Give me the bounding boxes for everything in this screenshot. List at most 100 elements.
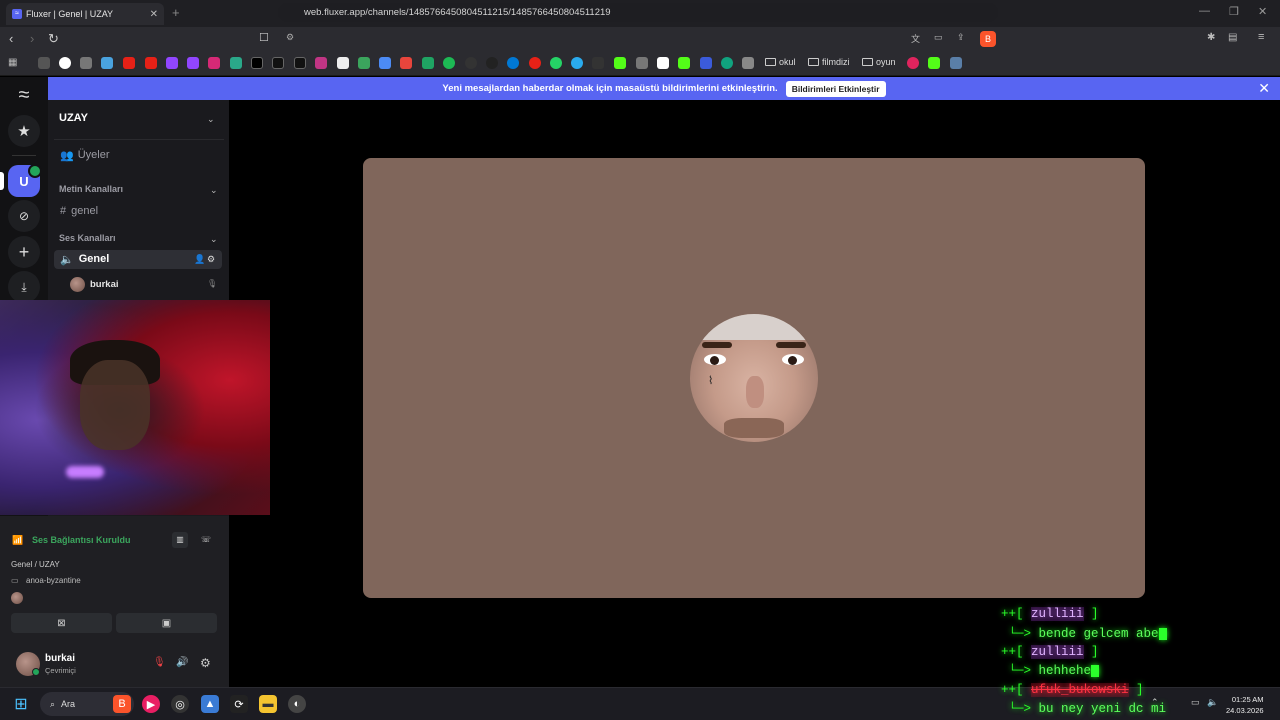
youtube-bookmark-icon[interactable] [145,57,157,69]
avatar[interactable] [11,592,23,604]
bookmark-icon[interactable] [529,57,541,69]
apps-icon[interactable]: ▦ [8,57,17,68]
bookmark-icon[interactable] [465,57,477,69]
chevron-down-icon[interactable]: ⌄ [207,114,215,125]
close-window-icon[interactable]: ✕ [1258,5,1267,18]
media-player-taskbar-icon[interactable]: ▶ [142,695,160,713]
drive-bookmark-icon[interactable] [422,57,434,69]
chevron-down-icon[interactable]: ⌄ [210,185,218,196]
sidebar-item-members[interactable]: 👥 Üyeler [60,149,110,162]
bookmark-icon[interactable] [337,57,349,69]
spotify-bookmark-icon[interactable] [443,57,455,69]
deafen-headphone-icon[interactable]: 🔊 [176,657,188,668]
brave-taskbar-icon[interactable]: B [113,695,131,713]
file-explorer-taskbar-icon[interactable]: ▬ [259,695,277,713]
taskbar-clock[interactable]: 01:25 AM 24.03.2026 [1226,694,1264,716]
voice-member-name[interactable]: burkai [90,279,119,290]
mute-mic-icon[interactable]: 🎙 [153,657,166,668]
category-text-channels[interactable]: Metin Kanalları [59,184,123,194]
bookmark-icon[interactable] [928,57,940,69]
noise-suppression-icon[interactable]: ▥ [172,532,188,548]
maximize-icon[interactable]: ❐ [1229,5,1239,18]
back-icon[interactable]: ‹ [9,31,13,46]
category-voice-channels[interactable]: Ses Kanalları [59,233,116,243]
explore-compass-icon[interactable]: ⊘ [8,200,40,232]
participant-video-avatar[interactable]: ⌇ [690,314,818,442]
close-tab-icon[interactable]: ✕ [150,9,158,20]
volume-icon[interactable]: 🔈 [1207,697,1218,708]
server-name[interactable]: UZAY [59,112,88,124]
cast-icon[interactable]: ▭ [934,32,943,43]
kick-bookmark-icon[interactable] [614,57,626,69]
x-bookmark-icon[interactable] [251,57,263,69]
tiktok-bookmark-icon[interactable] [272,57,284,69]
user-settings-gear-icon[interactable]: ⚙ [200,656,211,670]
sidebar-toggle-icon[interactable]: ▤ [1228,32,1237,43]
camera-off-button[interactable]: ⊠ [11,613,112,633]
telegram-bookmark-icon[interactable] [571,57,583,69]
chatgpt-bookmark-icon[interactable] [721,57,733,69]
url-field[interactable]: web.fluxer.app/channels/1485766450804511… [278,3,998,22]
favorites-star-icon[interactable]: ★ [8,115,40,147]
bookmark-icon[interactable]: ☐ [259,31,269,44]
enable-notifications-button[interactable]: Bildirimleri Etkinleştir [785,80,886,97]
download-icon[interactable]: ⤓ [8,271,40,303]
bookmark-folder-okul[interactable]: okul [765,57,796,67]
invite-icon[interactable]: 👤 [194,254,205,265]
app-taskbar-icon[interactable]: ⟳ [230,695,248,713]
reload-icon[interactable]: ↻ [48,31,59,47]
screen-share-button[interactable]: ▣ [116,613,217,633]
google-bookmark-icon[interactable] [59,57,71,69]
tiktok-bookmark-icon[interactable] [294,57,306,69]
site-info-icon[interactable]: ⚙ [286,32,294,43]
bookmark-icon[interactable] [486,57,498,69]
channel-genel-text[interactable]: # genel [60,205,98,217]
history-bookmark-icon[interactable] [38,57,50,69]
add-server-icon[interactable]: + [8,236,40,268]
voice-channel-path[interactable]: Genel / UZAY [11,560,60,569]
close-banner-icon[interactable]: ✕ [1258,80,1270,97]
voice-channel-row[interactable]: 🔈 Genel [60,253,109,266]
bookmark-folder-filmdizi[interactable]: filmdizi [808,57,850,67]
bookmark-icon[interactable] [315,57,327,69]
extensions-icon[interactable]: ✱ [1207,32,1215,43]
disconnect-phone-icon[interactable]: ☏ [198,532,214,548]
instagram-bookmark-icon[interactable] [208,57,220,69]
windows-start-icon[interactable]: ⊞ [12,695,30,713]
bookmark-icon[interactable] [678,57,690,69]
username[interactable]: burkai [45,653,75,664]
twitch-bookmark-icon[interactable] [166,57,178,69]
app-taskbar-icon[interactable]: ◐ [288,695,306,713]
youtube-bookmark-icon[interactable] [123,57,135,69]
bookmark-icon[interactable] [101,57,113,69]
bookmark-icon[interactable] [400,57,412,69]
browser-tab[interactable]: ≈ Fluxer | Genel | UZAY ✕ [6,3,164,25]
bookmark-folder-oyun[interactable]: oyun [862,57,896,67]
bookmark-icon[interactable] [592,57,604,69]
menu-icon[interactable]: ≡ [1258,31,1264,43]
brave-shield-icon[interactable]: B [980,31,996,47]
bookmark-icon[interactable] [907,57,919,69]
bookmark-icon[interactable] [636,57,648,69]
chevron-down-icon[interactable]: ⌄ [210,234,218,245]
forward-icon[interactable]: › [30,31,34,46]
minimize-icon[interactable]: — [1199,5,1210,17]
avatar[interactable] [70,277,85,292]
bookmark-icon[interactable] [657,57,669,69]
network-icon[interactable]: ▭ [1191,697,1200,708]
fluxer-home-icon[interactable]: ≈ [8,79,40,111]
bookmark-icon[interactable] [507,57,519,69]
new-tab-icon[interactable]: + [172,5,180,20]
twitch-bookmark-icon[interactable] [187,57,199,69]
whatsapp-bookmark-icon[interactable] [550,57,562,69]
bookmark-icon[interactable] [80,57,92,69]
share-icon[interactable]: ⇪ [957,32,965,43]
bookmark-icon[interactable] [950,57,962,69]
bookmark-icon[interactable] [358,57,370,69]
settings-gear-icon[interactable]: ⚙ [207,254,215,265]
bookmark-icon[interactable] [230,57,242,69]
photos-taskbar-icon[interactable]: ▲ [201,695,219,713]
bookmark-icon[interactable] [700,57,712,69]
bookmark-icon[interactable] [742,57,754,69]
app-taskbar-icon[interactable]: ◎ [171,695,189,713]
